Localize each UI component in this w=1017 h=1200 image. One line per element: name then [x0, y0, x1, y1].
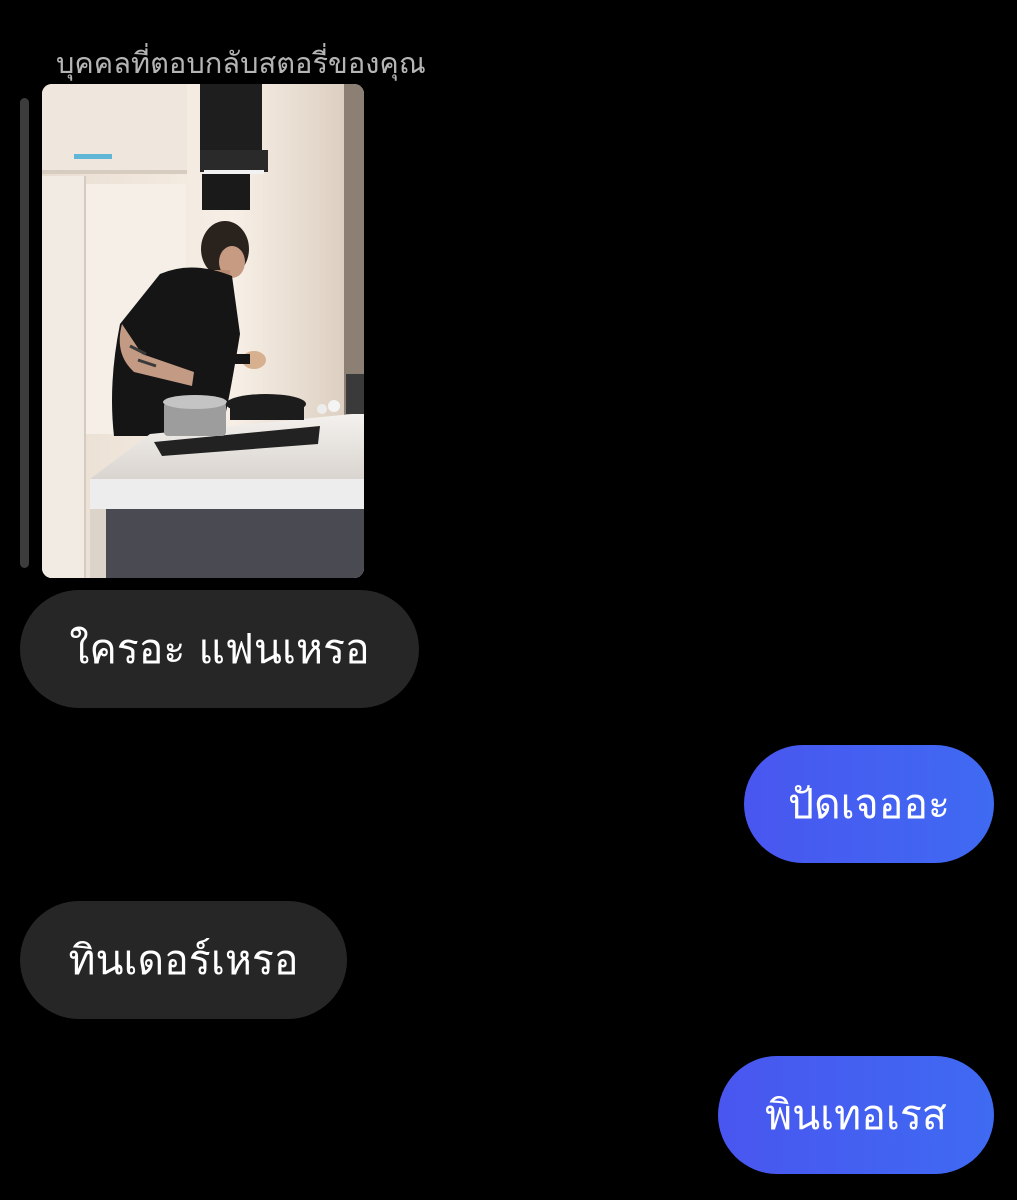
message-text: ใครอะ แฟนเหรอ — [69, 624, 370, 673]
message-bubble-outgoing[interactable]: พินเทอเรส — [718, 1056, 994, 1174]
story-reply-caption: บุคคลที่ตอบกลับสตอรี่ของคุณ — [56, 46, 426, 80]
message-bubble-incoming[interactable]: ใครอะ แฟนเหรอ — [20, 590, 419, 708]
message-text: ปัดเจออะ — [788, 779, 950, 828]
message-text: ทินเดอร์เหรอ — [68, 935, 299, 984]
message-bubble-incoming[interactable]: ทินเดอร์เหรอ — [20, 901, 347, 1019]
story-thumbnail[interactable] — [42, 84, 364, 578]
reply-indicator-bar — [20, 98, 29, 568]
message-bubble-outgoing[interactable]: ปัดเจออะ — [744, 745, 994, 863]
story-photo — [42, 84, 364, 578]
message-text: พินเทอเรส — [765, 1090, 947, 1139]
